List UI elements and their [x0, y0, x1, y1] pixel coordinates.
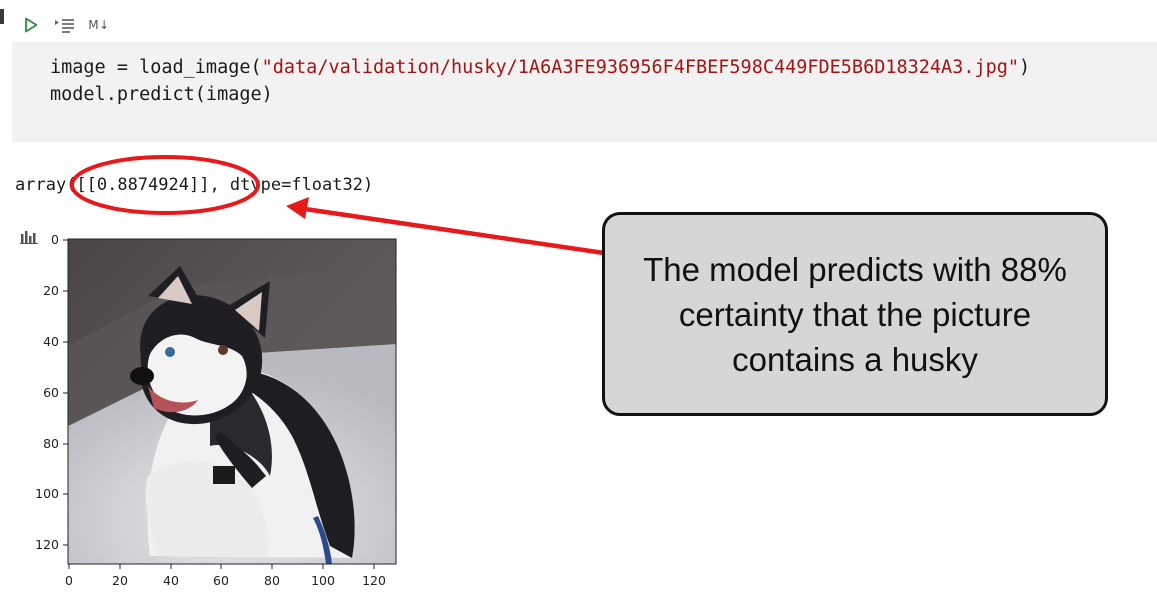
markdown-button[interactable]: M↓: [88, 14, 110, 36]
y-tick-label: 20: [43, 283, 59, 298]
x-tick-label: 120: [362, 573, 386, 588]
y-tick-label: 60: [43, 385, 59, 400]
code-cell[interactable]: image = load_image("data/validation/husk…: [12, 42, 1157, 142]
code-line-1-prefix: image = load_image(: [50, 57, 262, 78]
x-tick-label: 0: [65, 573, 73, 588]
x-tick-label: 100: [311, 573, 335, 588]
x-axis: 0 20 40 60 80 100 120: [65, 564, 386, 588]
run-by-line-button[interactable]: [54, 14, 76, 36]
y-tick-label: 0: [51, 232, 59, 247]
y-tick-label: 40: [43, 334, 59, 349]
run-by-line-icon: [55, 19, 74, 33]
x-tick-label: 40: [163, 573, 179, 588]
cell-execution-indicator: [0, 9, 4, 24]
arrow-head-icon: [286, 197, 309, 219]
callout-text: The model predicts with 88% certainty th…: [643, 250, 1067, 378]
x-tick-label: 80: [264, 573, 280, 588]
run-cell-button[interactable]: [20, 14, 42, 36]
callout-box: The model predicts with 88% certainty th…: [602, 212, 1108, 416]
code-line-1-suffix: ): [1019, 57, 1031, 78]
x-tick-label: 20: [112, 573, 128, 588]
y-tick-label: 80: [43, 436, 59, 451]
x-tick-label: 60: [213, 573, 229, 588]
y-axis: 0 20 40 60 80 100 120: [35, 232, 68, 552]
y-tick-label: 120: [35, 537, 59, 552]
image-plot: 0 20 40 60 80 100 120 0 20 40 60 80 100 …: [35, 232, 397, 588]
code-line-1-string: "data/validation/husky/1A6A3FE936956F4FB…: [261, 57, 1020, 78]
markdown-label: M↓: [88, 18, 110, 32]
code-editor[interactable]: image = load_image("data/validation/husk…: [50, 54, 1030, 108]
y-tick-label: 100: [35, 486, 59, 501]
output-result: array([[0.8874924]], dtype=float32): [15, 175, 374, 195]
code-line-2: model.predict(image): [50, 84, 273, 105]
cell-toolbar: M↓: [20, 12, 110, 38]
husky-photo: [68, 239, 396, 564]
play-icon: [25, 17, 38, 33]
